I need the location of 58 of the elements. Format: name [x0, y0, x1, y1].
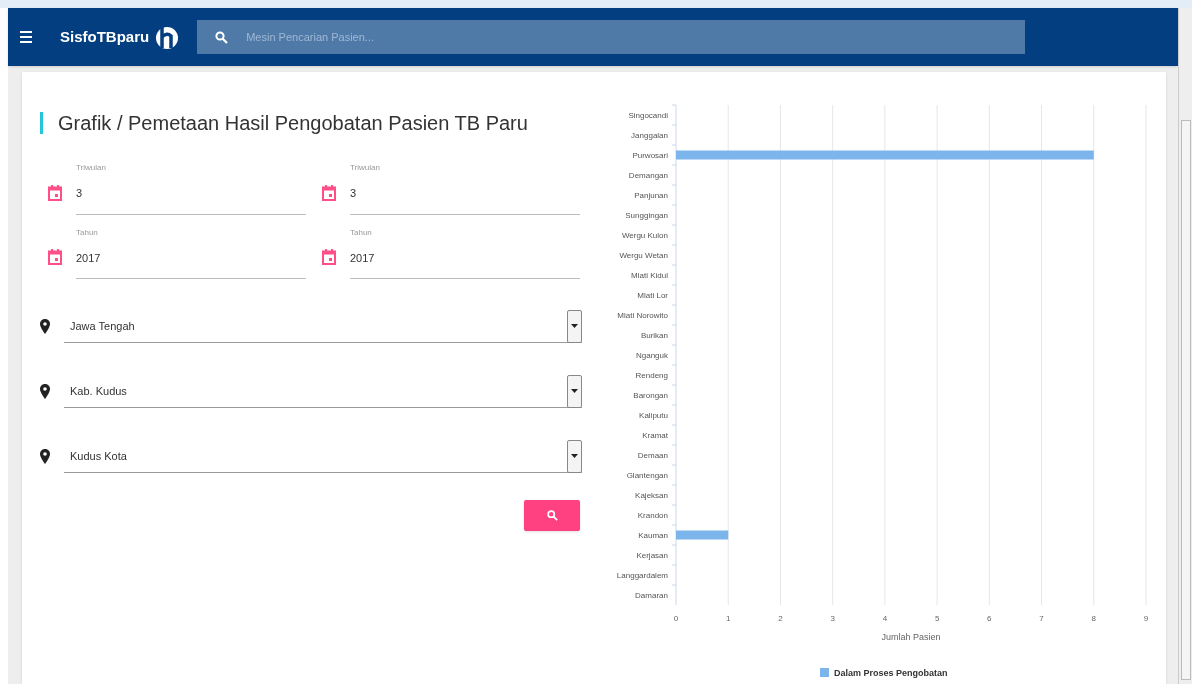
axis-tick-label: 1 — [726, 614, 731, 623]
axis-category-label: Damaran — [635, 591, 668, 600]
axis-tick-label: 2 — [778, 614, 783, 623]
axis-tick-label: 0 — [673, 614, 679, 623]
date-field[interactable]: Tahun 2017 — [76, 226, 306, 279]
axis-category-label: Rendeng — [635, 371, 668, 380]
date-field[interactable]: Tahun 2017 — [350, 226, 580, 279]
dropdown[interactable]: Kudus Kota — [64, 440, 582, 473]
axis-category-label: Purwosari — [632, 151, 668, 160]
axis-tick-label: 8 — [1091, 614, 1096, 623]
axis-title: Jumlah Pasien — [881, 632, 941, 642]
location-pin-icon — [40, 384, 50, 399]
logo-icon — [155, 24, 180, 50]
calendar-icon — [48, 184, 62, 201]
axis-category-label: Janggalan — [631, 131, 668, 140]
search-input[interactable]: Mesin Pencarian Pasien... — [246, 28, 1026, 46]
axis-category-label: Mlati Lor — [637, 291, 668, 300]
axis-tick-label: 6 — [987, 614, 992, 623]
axis-category-label: Wergu Wetan — [619, 251, 668, 260]
search-icon — [215, 30, 229, 44]
search-field[interactable]: Mesin Pencarian Pasien... — [197, 20, 1026, 54]
axis-category-label: Krandon — [637, 511, 668, 520]
axis-category-label: Burikan — [640, 331, 668, 340]
axis-category-label: Sunggingan — [625, 211, 668, 220]
date-field[interactable]: Triwulan 3 — [76, 162, 306, 215]
axis-category-label: Wergu Kulon — [621, 231, 668, 240]
calendar-icon — [322, 249, 336, 265]
axis-tick-label: 5 — [934, 614, 940, 623]
brand-name[interactable]: SisfoTBparu — [60, 25, 150, 49]
axis-category-label: Kerjasan — [636, 551, 668, 560]
axis-category-label: Kajeksan — [635, 491, 668, 500]
axis-category-label: Demaan — [637, 451, 668, 460]
axis-category-label: Barongan — [633, 391, 668, 400]
axis-category-label: Singocandi — [628, 111, 668, 120]
location-pin-icon — [40, 319, 50, 334]
axis-category-label: Mlati Norowito — [617, 311, 668, 320]
axis-category-label: Panjunan — [634, 191, 668, 200]
dropdown[interactable]: Jawa Tengah — [64, 310, 582, 343]
axis-category-label: Kramat — [642, 431, 668, 440]
axis-tick-label: 9 — [1143, 614, 1149, 623]
dropdown[interactable]: Kab. Kudus — [64, 375, 582, 408]
legend-label[interactable]: Dalam Proses Pengobatan — [834, 668, 948, 678]
date-field[interactable]: Triwulan 3 — [350, 162, 580, 215]
calendar-icon — [322, 184, 336, 201]
axis-category-label: Langgardalem — [616, 571, 668, 580]
axis-category-label: Glantengan — [626, 471, 668, 480]
axis-category-label: Demangan — [628, 171, 668, 180]
axis-tick-label: 3 — [830, 614, 835, 623]
axis-category-label: Kaliputu — [639, 411, 668, 420]
search-icon — [546, 510, 558, 521]
axis-tick-label: 7 — [1039, 614, 1044, 623]
axis-category-label: Kauman — [638, 531, 668, 540]
calendar-icon — [48, 249, 62, 265]
axis-tick-label: 4 — [882, 614, 888, 623]
location-pin-icon — [40, 449, 50, 464]
page-title: Grafik / Pemetaan Hasil Pengobatan Pasien TB Paru — [58, 111, 528, 136]
axis-category-label: Nganguk — [635, 351, 668, 360]
axis-category-label: Mlati Kidul — [631, 271, 668, 280]
